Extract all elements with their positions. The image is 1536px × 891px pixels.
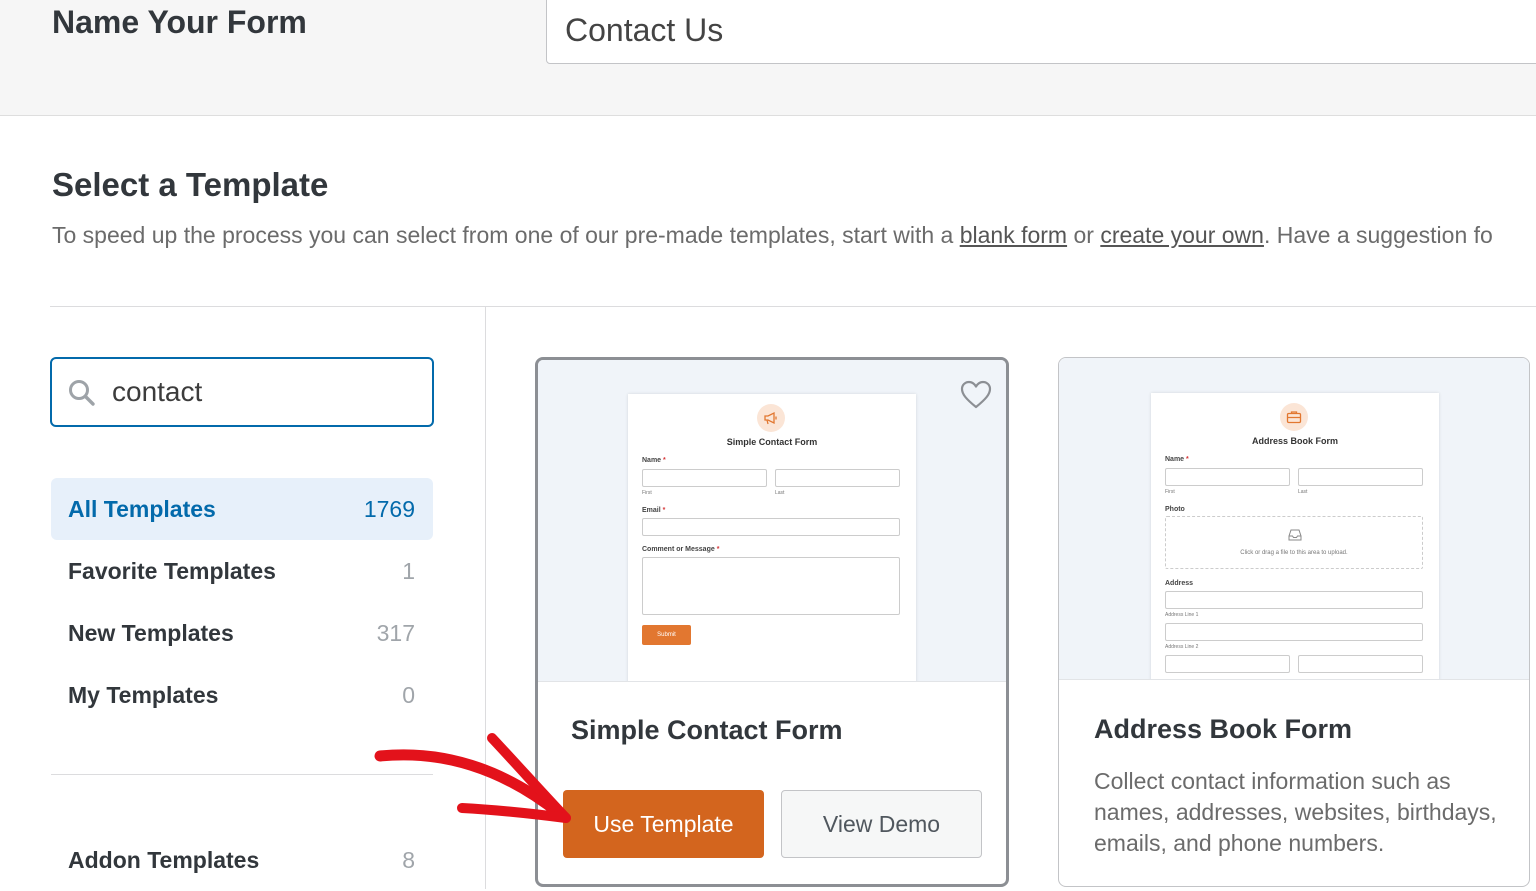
template-title: Address Book Form [1094,714,1353,744]
mini-state-field [1298,655,1423,673]
form-name-bar: Name Your Form [0,0,1536,116]
category-count: 8 [402,846,415,873]
category-list: All Templates 1769 Favorite Templates 1 … [51,478,433,726]
mini-address-label: Address [1165,580,1194,587]
template-title: Simple Contact Form [571,715,843,745]
megaphone-icon [757,404,785,432]
heart-icon[interactable] [960,380,992,410]
desc-text: . Have a suggestion fo [1263,222,1493,248]
mini-upload-area: Click or drag a file to this area to upl… [1165,516,1423,569]
mini-last-sub: Last [1298,489,1308,495]
form-name-input[interactable] [546,0,1536,64]
divider [51,774,433,775]
mini-line1-sub: Address Line 1 [1165,612,1199,618]
label-text: Email [642,507,661,514]
form-name-label: Name Your Form [52,4,307,40]
mini-first-sub: First [1165,489,1175,495]
mini-form-preview: Address Book Form Name * First Last Phot… [1151,393,1439,679]
section-title: Select a Template [52,166,329,203]
create-your-own-link[interactable]: create your own [1100,222,1264,248]
category-label: Favorite Templates [68,557,276,584]
use-template-button[interactable]: Use Template [563,790,764,858]
category-label: Addon Templates [68,846,260,873]
inbox-icon [1288,529,1302,541]
desc-text: or [1067,222,1101,248]
desc-text: To speed up the process you can select f… [52,222,960,248]
search-input[interactable] [112,369,412,415]
category-my-templates[interactable]: My Templates 0 [51,664,433,726]
mini-form-title: Simple Contact Form [726,437,818,447]
mini-first-field [642,469,767,487]
mini-email-label: Email * [642,507,666,514]
mini-line2-sub: Address Line 2 [1165,644,1199,650]
mini-photo-label: Photo [1165,506,1185,513]
sidebar-divider [485,307,486,889]
category-favorite-templates[interactable]: Favorite Templates 1 [51,540,433,602]
mini-name-label: Name * [1165,456,1189,463]
view-demo-button[interactable]: View Demo [781,790,982,858]
mini-form-preview: Simple Contact Form Name * First Last Em… [628,394,916,681]
search-icon [69,380,95,406]
mini-address-line2-field [1165,623,1423,641]
template-search[interactable] [50,357,434,427]
section-description: To speed up the process you can select f… [52,222,1493,249]
category-new-templates[interactable]: New Templates 317 [51,602,433,664]
mini-form-title: Address Book Form [1251,436,1338,446]
category-label: New Templates [68,619,234,646]
mini-submit-button: Submit [642,625,691,645]
mini-first-sub: First [642,490,652,496]
label-text: Comment or Message [642,546,715,553]
mini-message-label: Comment or Message * [642,546,720,553]
blank-form-link[interactable]: blank form [960,222,1067,248]
category-count: 1 [402,557,415,584]
mini-address-line1-field [1165,591,1423,609]
category-count: 1769 [363,495,415,522]
mini-email-field [642,518,900,536]
category-addon-templates[interactable]: Addon Templates 8 [51,829,433,891]
template-description: Collect contact information such as name… [1094,768,1497,856]
category-label: All Templates [68,495,216,522]
divider [50,306,1536,307]
category-label: My Templates [68,681,219,708]
mini-message-field [642,557,900,615]
mini-upload-text: Click or drag a file to this area to upl… [1240,550,1348,556]
template-preview: Simple Contact Form Name * First Last Em… [538,360,1006,682]
label-text: Name [1165,456,1185,463]
mini-first-field [1165,468,1290,486]
mini-last-field [775,469,900,487]
template-card-address-book-form[interactable]: Address Book Form Name * First Last Phot… [1058,357,1530,887]
mini-city-field [1165,655,1290,673]
briefcase-icon [1280,403,1308,431]
category-count: 317 [376,619,415,646]
template-card-simple-contact-form[interactable]: Simple Contact Form Name * First Last Em… [535,357,1009,887]
category-count: 0 [402,681,415,708]
category-all-templates[interactable]: All Templates 1769 [51,478,433,540]
mini-name-label: Name * [642,457,666,464]
mini-last-field [1298,468,1423,486]
mini-last-sub: Last [775,490,785,496]
label-text: Name [642,457,662,464]
template-preview: Address Book Form Name * First Last Phot… [1059,358,1529,680]
